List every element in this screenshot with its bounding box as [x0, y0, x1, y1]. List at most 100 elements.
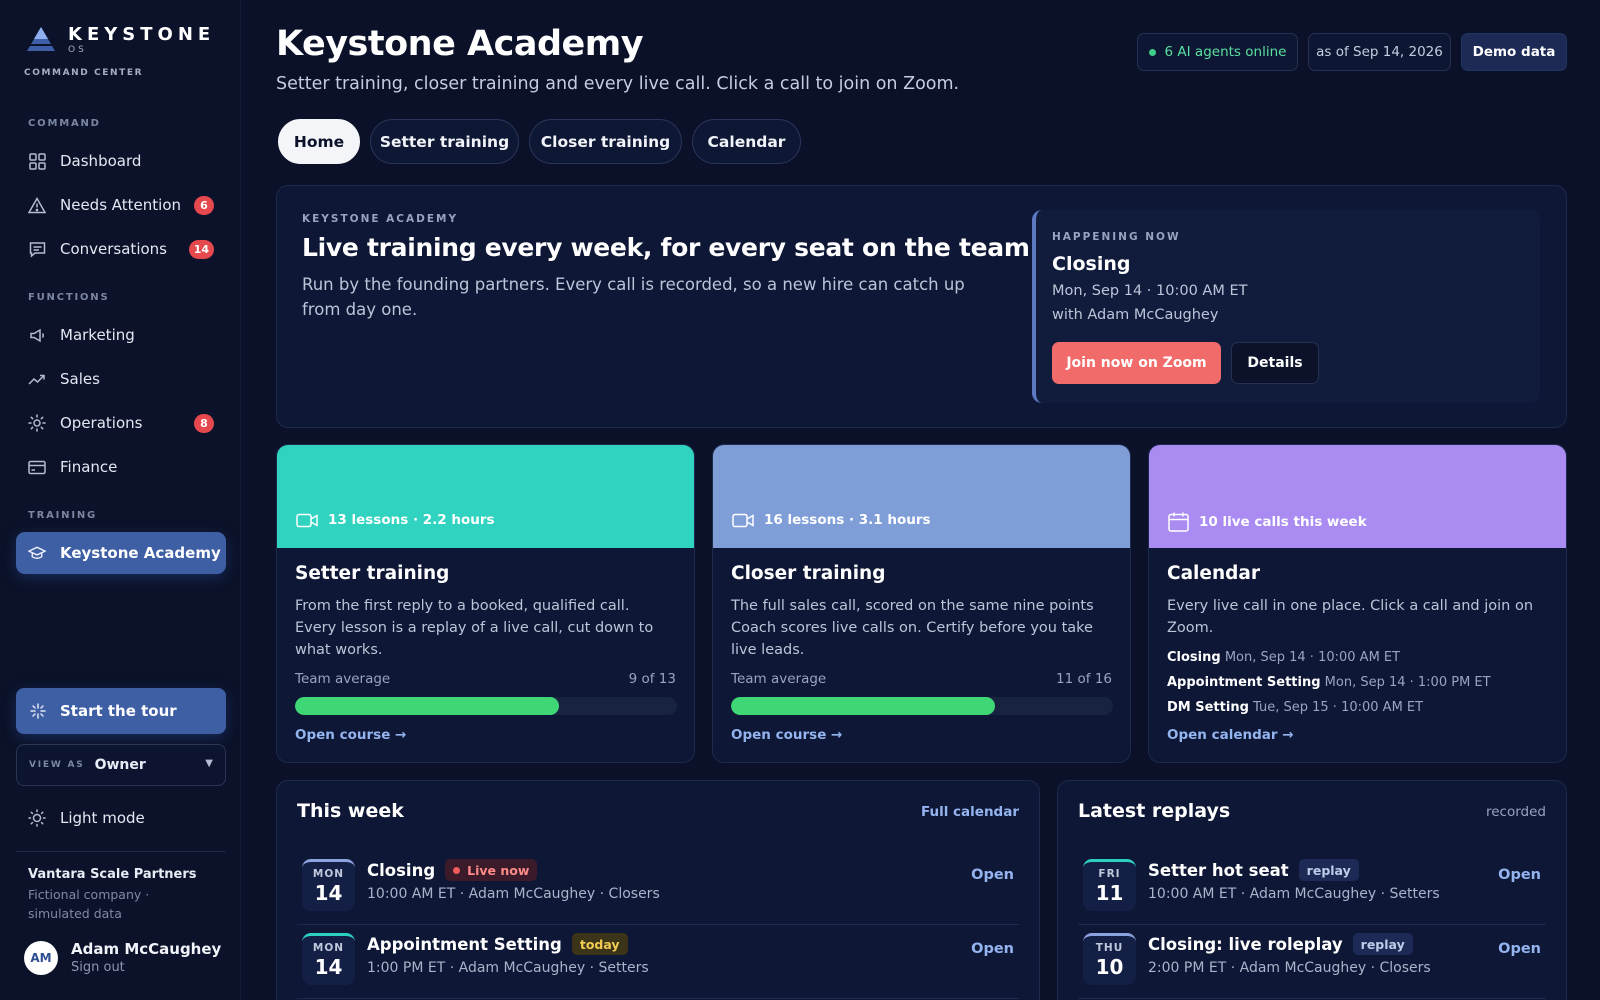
- logo-mark-icon: [27, 27, 55, 51]
- course-card-setter[interactable]: 13 lessons · 2.2 hours Setter training F…: [276, 444, 695, 763]
- course-card-closer[interactable]: 16 lessons · 3.1 hours Closer training T…: [712, 444, 1131, 763]
- team-average-value: 9 of 13: [628, 671, 676, 687]
- date-box: FRI 11: [1083, 859, 1136, 911]
- day-of-week: MON: [312, 942, 345, 954]
- course-title: Calendar: [1167, 563, 1260, 584]
- progress-bar: [731, 697, 1113, 715]
- recorded-label: recorded: [1486, 804, 1546, 820]
- row-title: Closing: live roleplay replay: [1148, 933, 1413, 955]
- sidebar-item-finance[interactable]: Finance: [16, 447, 226, 487]
- list-item[interactable]: MON 14 Appointment Setting today 1:00 PM…: [297, 925, 1019, 999]
- sidebar-item-label: Marketing: [60, 326, 135, 344]
- today-badge: today: [571, 933, 628, 955]
- section-functions: FUNCTIONS: [28, 292, 110, 303]
- course-title: Setter training: [295, 563, 450, 584]
- details-button[interactable]: Details: [1231, 342, 1319, 384]
- course-card-calendar[interactable]: 10 live calls this week Calendar Every l…: [1148, 444, 1567, 763]
- date-box: MON 14: [302, 933, 355, 985]
- day-number: 14: [314, 881, 343, 905]
- gear-icon: [28, 414, 46, 432]
- calendar-event[interactable]: Appointment Setting Mon, Sep 14 · 1:00 P…: [1167, 670, 1557, 695]
- sidebar-item-conversations[interactable]: Conversations 14: [16, 229, 226, 269]
- event-time: Tue, Sep 15 · 10:00 AM ET: [1253, 700, 1424, 715]
- open-link[interactable]: Open: [971, 941, 1014, 957]
- course-band: [1149, 445, 1566, 548]
- panel-title: Latest replays: [1078, 800, 1231, 822]
- event-name: Closing: [1167, 650, 1221, 665]
- company-name: Vantara Scale Partners: [28, 867, 197, 882]
- view-as-value: Owner: [94, 757, 146, 773]
- course-meta: 10 live calls this week: [1168, 512, 1367, 532]
- demo-data-badge[interactable]: Demo data: [1461, 33, 1567, 71]
- company-info: Vantara Scale Partners Fictional company…: [28, 867, 228, 923]
- caret-down-icon: ▼: [205, 758, 213, 769]
- day-of-week: THU: [1095, 942, 1124, 954]
- event-time: Mon, Sep 14 · 10:00 AM ET: [1224, 650, 1401, 665]
- agents-online-text: 6 AI agents online: [1164, 44, 1287, 60]
- hero-description: Run by the founding partners. Every call…: [302, 275, 965, 319]
- sidebar-item-marketing[interactable]: Marketing: [16, 315, 226, 355]
- start-tour-button[interactable]: Start the tour: [16, 688, 226, 734]
- sidebar-item-sales[interactable]: Sales: [16, 359, 226, 399]
- sidebar-item-label: Needs Attention: [60, 196, 182, 214]
- avatar[interactable]: AM: [24, 940, 58, 975]
- agents-online-chip[interactable]: 6 AI agents online: [1137, 33, 1298, 71]
- light-mode-toggle[interactable]: Light mode: [16, 798, 226, 838]
- join-zoom-button[interactable]: Join now on Zoom: [1052, 342, 1221, 384]
- open-link[interactable]: Open: [1498, 867, 1541, 883]
- open-calendar-link[interactable]: Open calendar →: [1167, 727, 1294, 743]
- happening-now-title: Closing: [1052, 253, 1131, 275]
- tab-closer-training[interactable]: Closer training: [529, 119, 682, 164]
- grid-icon: [28, 152, 46, 170]
- tab-setter-training[interactable]: Setter training: [370, 119, 519, 164]
- live-now-badge: Live now: [445, 859, 538, 881]
- video-icon: [296, 513, 318, 528]
- happening-now-time: Mon, Sep 14 · 10:00 AM ET: [1052, 283, 1248, 299]
- progress-fill: [731, 697, 995, 715]
- hero-kicker: KEYSTONE ACADEMY: [302, 213, 459, 225]
- sidebar-item-operations[interactable]: Operations 8: [16, 403, 226, 443]
- sidebar-item-dashboard[interactable]: Dashboard: [16, 141, 226, 181]
- course-title: Closer training: [731, 563, 886, 584]
- sign-out-link[interactable]: Sign out: [71, 960, 221, 975]
- event-name: DM Setting: [1167, 700, 1249, 715]
- calendar-event[interactable]: DM Setting Tue, Sep 15 · 10:00 AM ET: [1167, 695, 1557, 720]
- tab-calendar[interactable]: Calendar: [692, 119, 801, 164]
- sidebar-item-needs-attention[interactable]: Needs Attention 6: [16, 185, 226, 225]
- course-description: From the first reply to a booked, qualif…: [295, 598, 654, 658]
- happening-now-panel: HAPPENING NOW Closing Mon, Sep 14 · 10:0…: [1032, 210, 1540, 403]
- tab-home[interactable]: Home: [278, 119, 360, 164]
- team-average-label: Team average: [731, 671, 827, 687]
- view-as-select[interactable]: VIEW AS Owner ▼: [16, 744, 226, 786]
- open-course-link[interactable]: Open course →: [295, 727, 406, 743]
- trending-up-icon: [28, 370, 46, 388]
- list-item[interactable]: THU 10 Closing: live roleplay replay 2:0…: [1078, 925, 1546, 999]
- replay-badge: replay: [1298, 859, 1359, 881]
- course-description: Every live call in one place. Click a ca…: [1167, 598, 1534, 636]
- course-band: [713, 445, 1130, 548]
- full-calendar-link[interactable]: Full calendar: [921, 804, 1019, 820]
- course-meta-text: 16 lessons · 3.1 hours: [764, 512, 931, 528]
- replay-title: Closing: live roleplay: [1148, 934, 1343, 954]
- replay-badge: replay: [1352, 933, 1413, 955]
- logo-wordmark: KEYSTONE: [68, 24, 216, 45]
- page-subtitle: Setter training, closer training and eve…: [276, 74, 960, 94]
- replay-meta: 2:00 PM ET · Adam McCaughey · Closers: [1148, 960, 1431, 976]
- sun-icon: [28, 809, 46, 827]
- sidebar-item-keystone-academy[interactable]: Keystone Academy: [16, 532, 226, 574]
- user-profile: AM Adam McCaughey Sign out: [24, 940, 221, 975]
- open-link[interactable]: Open: [971, 867, 1014, 883]
- progress-fill: [295, 697, 559, 715]
- list-item[interactable]: MON 14 Closing Live now 10:00 AM ET · Ad…: [297, 851, 1019, 925]
- sidebar-item-label: Sales: [60, 370, 100, 388]
- latest-replays-panel: Latest replays recorded FRI 11 Setter ho…: [1057, 780, 1567, 1000]
- view-as-label: VIEW AS: [29, 760, 85, 770]
- open-course-link[interactable]: Open course →: [731, 727, 842, 743]
- list-item[interactable]: FRI 11 Setter hot seat replay 10:00 AM E…: [1078, 851, 1546, 925]
- day-of-week: MON: [312, 868, 345, 880]
- sparkle-icon: [30, 703, 48, 719]
- warning-icon: [28, 196, 46, 214]
- calendar-event[interactable]: Closing Mon, Sep 14 · 10:00 AM ET: [1167, 645, 1557, 670]
- sidebar-item-label: Finance: [60, 458, 118, 476]
- open-link[interactable]: Open: [1498, 941, 1541, 957]
